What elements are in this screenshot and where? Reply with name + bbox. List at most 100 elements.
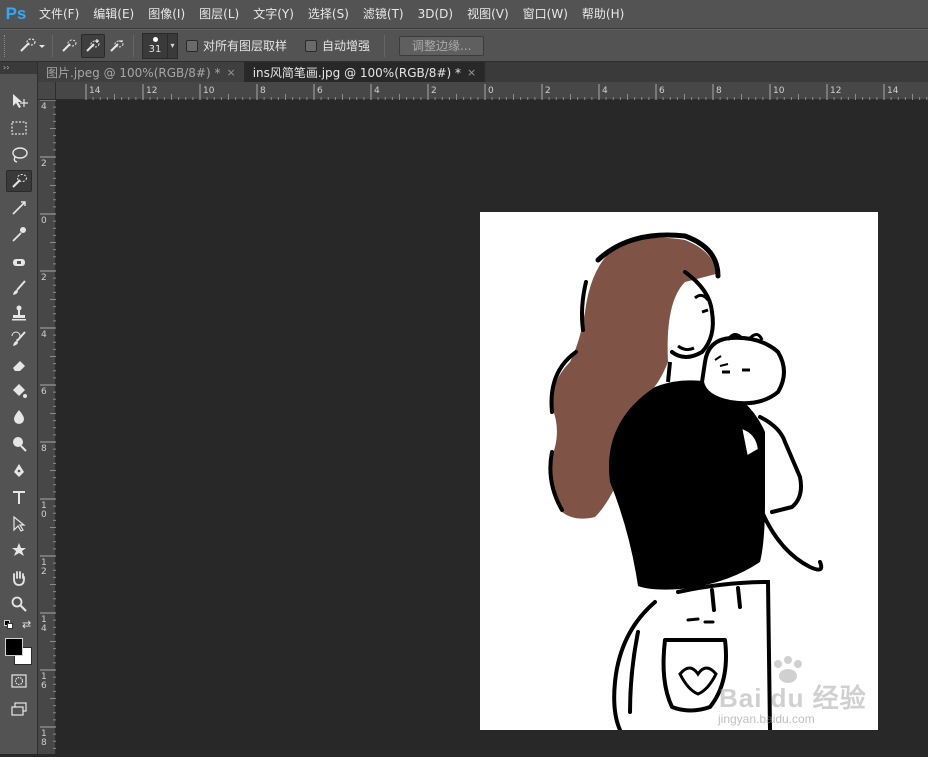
marquee-tool[interactable] [6,117,32,139]
custom-shape-tool[interactable] [6,539,32,561]
blur-tool[interactable] [6,406,32,428]
brush-tool[interactable] [6,277,32,299]
eraser-tool[interactable] [6,354,32,376]
paint-bucket-tool[interactable] [6,380,32,402]
menu-type[interactable]: 文字(Y) [246,0,301,29]
quick-selection-tool[interactable] [6,170,32,192]
zoom-icon [11,596,27,612]
ruler-label: 12 [830,86,841,96]
dodge-tool[interactable] [6,433,32,455]
checkbox-box[interactable] [305,39,318,52]
toolbox: ›› ⇄ [0,62,38,754]
ruler-label: 6 [41,387,47,397]
swap-colors-icon[interactable]: ⇄ [22,618,31,631]
close-icon[interactable]: × [226,66,235,79]
menu-edit[interactable]: 编辑(E) [86,0,141,29]
crop-tool[interactable] [6,197,32,219]
quick-selection-icon [12,174,27,188]
auto-enhance-label: 自动增强 [322,39,371,53]
move-tool[interactable] [6,90,32,112]
brush-icon [13,280,26,295]
ruler-label: 14 [887,86,899,96]
jeans-pocket-heart [678,666,718,696]
neck [666,361,672,383]
hand-tool[interactable] [6,567,32,589]
menu-filter[interactable]: 滤镜(T) [356,0,411,29]
cat-arm [758,415,803,514]
lasso-tool[interactable] [6,144,32,166]
default-colors-icon[interactable] [4,620,14,630]
pen-tool[interactable] [6,460,32,482]
vertical-ruler[interactable]: 42024681012141618 [38,99,56,756]
separator [52,34,53,57]
sample-all-layers-checkbox[interactable]: 对所有图层取样 [186,37,287,54]
healing-brush-tool[interactable] [6,251,32,273]
quick-selection-icon [20,37,45,52]
ruler-label: 4 [41,330,47,340]
cat-tail [760,510,824,572]
ruler-label: 6 [41,681,47,691]
jeans-dash [686,617,715,624]
tool-preset-picker[interactable] [14,34,48,58]
path-selection-tool[interactable] [6,513,32,535]
type-tool[interactable] [6,487,32,509]
tab-label: ins风简笔画.jpg @ 100%(RGB/8#) * [252,65,461,80]
tab-image-jpeg[interactable]: 图片.jpeg @ 100%(RGB/8#) * × [38,62,245,82]
menu-3d[interactable]: 3D(D) [411,0,460,29]
chevron-down-icon: ▾ [170,41,175,50]
menu-image[interactable]: 图像(I) [141,0,192,29]
add-to-selection-button[interactable] [81,33,105,58]
menu-file[interactable]: 文件(F) [32,0,86,29]
tab-ins-sketch[interactable]: ins风简笔画.jpg @ 100%(RGB/8#) * × [244,62,486,82]
brush-dropdown-button[interactable]: ▾ [168,32,178,59]
ruler-origin[interactable] [38,82,56,100]
crop-icon [12,201,26,215]
brush-size-picker[interactable]: 31 [142,32,168,59]
ruler-label: 8 [41,444,47,454]
ruler-label: 8 [41,738,47,748]
pen-icon [14,464,24,477]
type-icon [13,491,25,504]
history-brush-tool[interactable] [6,328,32,350]
zoom-tool[interactable] [6,593,32,615]
screen-mode-button[interactable] [6,698,32,720]
new-selection-button[interactable] [57,34,81,58]
quick-mask-button[interactable] [6,670,32,692]
options-bar: 31 ▾ 对所有图层取样 自动增强 调整边缘... [0,29,928,62]
menu-layer[interactable]: 图层(L) [192,0,246,29]
auto-enhance-checkbox[interactable]: 自动增强 [305,37,370,54]
ruler-label: 4 [41,624,47,634]
move-icon [13,94,28,108]
ruler-label: 4 [602,86,608,96]
subtract-from-selection-button[interactable] [105,34,129,58]
shirt [608,380,765,590]
ruler-label: 2 [41,273,47,283]
options-grip[interactable] [4,34,14,57]
screen-mode-icon [11,702,27,716]
ruler-label: 2 [41,159,47,169]
document-canvas[interactable] [480,212,878,732]
brush-dot-icon [152,36,158,42]
menu-help[interactable]: 帮助(H) [575,0,631,29]
horizontal-ruler-ticks: 14 12 10 8 6 4 2 0 2 4 6 8 10 12 14 [85,84,928,100]
bucket-icon [13,384,27,398]
ruler-label: 14 [89,86,101,96]
ruler-label: 2 [431,86,437,96]
ruler-label: 0 [41,216,47,226]
menu-window[interactable]: 窗口(W) [516,0,575,29]
close-icon[interactable]: × [467,66,476,79]
eyedropper-tool[interactable] [6,223,32,245]
menu-select[interactable]: 选择(S) [301,0,356,29]
toolbox-collapse[interactable]: ›› [0,62,37,74]
ruler-label: 2 [41,567,47,577]
menu-bar: Ps 文件(F) 编辑(E) 图像(I) 图层(L) 文字(Y) 选择(S) 滤… [0,0,928,29]
refine-edge-button[interactable]: 调整边缘... [399,35,485,56]
clone-stamp-tool[interactable] [6,302,32,324]
ruler-label: 12 [146,86,157,96]
menu-view[interactable]: 视图(V) [460,0,516,29]
line-art-illustration [548,232,824,732]
horizontal-ruler[interactable]: 14 12 10 8 6 4 2 0 2 4 6 8 10 12 14 [56,82,928,100]
jeans-leg [628,630,640,714]
checkbox-box[interactable] [186,39,198,52]
foreground-color-swatch[interactable] [5,638,23,656]
